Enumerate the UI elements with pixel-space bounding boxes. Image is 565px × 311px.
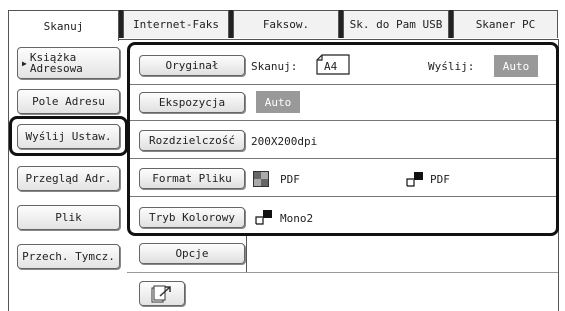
tab-scan[interactable]: Skanuj xyxy=(8,10,119,41)
row-divider xyxy=(130,120,556,121)
original-button[interactable]: Oryginał xyxy=(139,55,245,76)
triangle-right-icon: ▶ xyxy=(22,58,27,68)
resolution-button[interactable]: Rozdzielczość xyxy=(139,130,245,151)
address-field-button[interactable]: Pole Adresu xyxy=(17,89,120,114)
options-bottom-line xyxy=(127,272,558,273)
options-divider xyxy=(246,236,247,272)
color-mode-button[interactable]: Tryb Kolorowy xyxy=(139,207,245,228)
tab-internet-fax[interactable]: Internet-Faks xyxy=(123,10,229,38)
color-mode-value: Mono2 xyxy=(280,212,314,225)
options-button[interactable]: Opcje xyxy=(139,243,245,264)
row-divider xyxy=(130,196,556,197)
file-format-value-2: PDF xyxy=(430,173,450,186)
row-divider xyxy=(130,84,556,85)
tab-bar: Skanuj Internet-Faks Faksow. Sk. do Pam … xyxy=(8,10,558,41)
mono-icon xyxy=(255,210,272,225)
grid-color-icon xyxy=(253,171,269,187)
file-button[interactable]: Plik xyxy=(17,205,120,230)
tab-fax[interactable]: Faksow. xyxy=(233,10,339,38)
panel-left-border xyxy=(8,39,9,311)
scan-size-value: A4 xyxy=(324,60,338,73)
exposure-auto-badge: Auto xyxy=(256,91,300,113)
tab-scan-to-usb[interactable]: Sk. do Pam USB xyxy=(343,10,449,38)
send-job-button[interactable] xyxy=(139,281,185,306)
exposure-button[interactable]: Ekspozycja xyxy=(139,92,245,113)
send-size-label: Wyślij: xyxy=(428,60,475,73)
send-size-auto-badge: Auto xyxy=(494,55,538,77)
address-book-label: Książka Adresowa xyxy=(29,51,83,75)
send-settings-button[interactable]: Wyślij Ustaw. xyxy=(17,124,120,149)
mono-icon xyxy=(406,172,423,187)
address-review-button[interactable]: Przegląd Adr. xyxy=(17,166,120,191)
file-format-value-1: PDF xyxy=(280,173,300,186)
tab-pc-scan[interactable]: Skaner PC xyxy=(453,10,558,38)
quick-file-button[interactable]: Przech. Tymcz. xyxy=(17,244,120,269)
file-format-button[interactable]: Format Pliku xyxy=(139,168,245,189)
scan-size-label: Skanuj: xyxy=(251,60,298,73)
document-send-icon xyxy=(151,285,171,302)
resolution-value: 200X200dpi xyxy=(251,135,318,148)
address-book-button[interactable]: ▶ Książka Adresowa xyxy=(17,47,120,79)
row-divider xyxy=(130,158,556,159)
